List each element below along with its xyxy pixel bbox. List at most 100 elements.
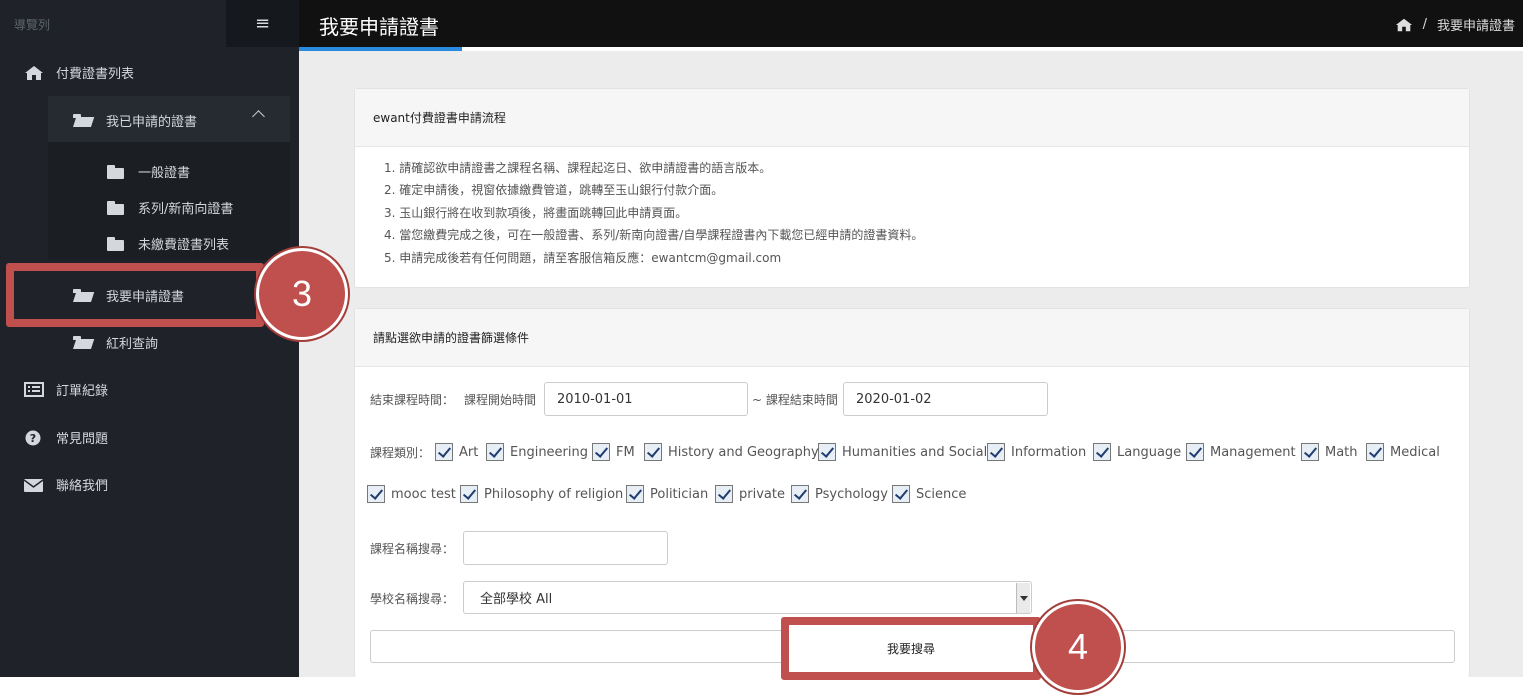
sidebar-item-faq[interactable]: ? 常見問題 bbox=[24, 428, 108, 447]
category-label-text: Psychology bbox=[815, 486, 888, 502]
process-step: 3. 玉山銀行將在收到款項後，將畫面跳轉回此申請頁面。 bbox=[384, 205, 688, 220]
breadcrumb-current: 我要申請證書 bbox=[1436, 19, 1515, 34]
category-label-text: FM bbox=[616, 444, 635, 460]
category-checkbox[interactable]: Math bbox=[1301, 443, 1358, 461]
annotation-badge-4: 4 bbox=[1032, 601, 1124, 693]
process-step: 2. 確定申請後，視窗依據繳費管道，跳轉至玉山銀行付款介面。 bbox=[384, 183, 724, 198]
checkbox-checked[interactable] bbox=[435, 443, 453, 461]
category-checkbox[interactable]: Philosophy of religion bbox=[460, 485, 623, 503]
folder-open-icon bbox=[73, 335, 93, 350]
top-bar: 我要申請證書 / 我要申請證書 bbox=[299, 0, 1523, 47]
category-checkbox[interactable]: Art bbox=[435, 443, 478, 461]
course-search-label: 課程名稱搜尋： bbox=[370, 542, 455, 556]
category-checkbox[interactable]: Information bbox=[987, 443, 1086, 461]
breadcrumb-separator: / bbox=[1422, 17, 1427, 32]
category-checkbox[interactable]: Psychology bbox=[791, 485, 888, 503]
category-label-text: Politician bbox=[650, 486, 709, 502]
sidebar-item-label: 聯絡我們 bbox=[56, 479, 109, 494]
sidebar-item-label: 訂單紀錄 bbox=[56, 384, 109, 399]
sidebar-item-general-certs[interactable]: 一般證書 bbox=[107, 162, 190, 181]
checkbox-checked[interactable] bbox=[486, 443, 504, 461]
search-button[interactable]: 我要搜尋 bbox=[781, 617, 1041, 680]
process-step: 4. 當您繳費完成之後，可在一般證書、系列/新南向證書/自學課程證書內下載您已經… bbox=[384, 228, 924, 243]
folder-icon bbox=[107, 164, 125, 179]
end-time-label: 結束課程時間： bbox=[370, 393, 455, 407]
category-checkbox[interactable]: Management bbox=[1186, 443, 1296, 461]
sidebar-item-series-certs[interactable]: 系列/新南向證書 bbox=[107, 198, 233, 217]
checkbox-checked[interactable] bbox=[1366, 443, 1384, 461]
category-checkbox[interactable]: mooc test bbox=[367, 485, 456, 503]
folder-open-icon bbox=[73, 113, 93, 128]
category-checkbox[interactable]: History and Geography bbox=[644, 443, 819, 461]
chevron-down-icon[interactable] bbox=[1016, 583, 1030, 613]
category-label: 課程類別： bbox=[370, 446, 431, 460]
checkbox-checked[interactable] bbox=[644, 443, 662, 461]
school-select-value: 全部學校 All bbox=[480, 592, 553, 607]
checkbox-checked[interactable] bbox=[592, 443, 610, 461]
sidebar-item-applied-certs[interactable]: 我已申請的證書 bbox=[73, 111, 197, 130]
home-icon bbox=[25, 65, 43, 80]
hamburger-icon[interactable]: ≡ bbox=[226, 0, 299, 47]
category-label-text: Language bbox=[1117, 444, 1182, 460]
process-step: 1. 請確認欲申請證書之課程名稱、課程起迄日、欲申請證書的語言版本。 bbox=[384, 161, 772, 175]
sidebar-item-label: 系列/新南向證書 bbox=[138, 202, 234, 217]
process-step: 5. 申請完成後若有任何問題，請至客服信箱反應：ewantcm@gmail.co… bbox=[384, 250, 782, 265]
process-panel-title: ewant付費證書申請流程 bbox=[355, 89, 1469, 147]
category-label-text: Humanities and Social bbox=[842, 444, 988, 460]
category-label-text: History and Geography bbox=[668, 444, 819, 460]
checkbox-checked[interactable] bbox=[1301, 443, 1319, 461]
category-label-text: Engineering bbox=[510, 444, 588, 460]
folder-icon bbox=[107, 236, 125, 251]
category-label-text: Math bbox=[1325, 444, 1358, 460]
sidebar-item-orders[interactable]: 訂單紀錄 bbox=[24, 380, 108, 399]
sidebar-title: 導覽列 bbox=[14, 18, 51, 32]
end-date-input[interactable]: 2020-01-02 bbox=[843, 382, 1048, 416]
start-date-input[interactable]: 2010-01-01 bbox=[544, 382, 748, 416]
checkbox-checked[interactable] bbox=[1093, 443, 1111, 461]
category-checkbox[interactable]: Language bbox=[1093, 443, 1181, 461]
category-checkbox[interactable]: Engineering bbox=[486, 443, 588, 461]
list-icon bbox=[24, 381, 44, 397]
category-label-text: private bbox=[739, 486, 785, 502]
category-label-text: mooc test bbox=[391, 486, 456, 502]
category-label-text: Management bbox=[1210, 444, 1296, 460]
category-checkbox[interactable]: Medical bbox=[1366, 443, 1440, 461]
category-label-text: Art bbox=[459, 444, 479, 460]
checkbox-checked[interactable] bbox=[626, 485, 644, 503]
sidebar-item-label: 付費證書列表 bbox=[56, 67, 135, 82]
svg-text:?: ? bbox=[30, 432, 36, 445]
checkbox-checked[interactable] bbox=[791, 485, 809, 503]
category-checkbox[interactable]: FM bbox=[592, 443, 635, 461]
sidebar-item-paid-certs[interactable]: 付費證書列表 bbox=[24, 63, 134, 82]
home-icon[interactable] bbox=[1395, 17, 1413, 33]
checkbox-checked[interactable] bbox=[460, 485, 478, 503]
question-icon: ? bbox=[25, 430, 41, 445]
category-label-text: Philosophy of religion bbox=[484, 486, 624, 502]
page-title: 我要申請證書 bbox=[319, 15, 439, 39]
sidebar-item-label: 未繳費證書列表 bbox=[138, 238, 230, 253]
checkbox-checked[interactable] bbox=[1186, 443, 1204, 461]
sidebar-item-label: 常見問題 bbox=[56, 432, 109, 447]
checkbox-checked[interactable] bbox=[818, 443, 836, 461]
annotation-badge-3: 3 bbox=[256, 248, 348, 340]
sidebar-item-bonus[interactable]: 紅利查詢 bbox=[73, 333, 158, 352]
category-checkbox[interactable]: Humanities and Social bbox=[818, 443, 987, 461]
sidebar-item-contact[interactable]: 聯絡我們 bbox=[24, 475, 108, 494]
sidebar-item-label: 紅利查詢 bbox=[106, 337, 159, 352]
course-search-input[interactable] bbox=[463, 531, 668, 565]
category-checkbox[interactable]: private bbox=[715, 485, 785, 503]
checkbox-checked[interactable] bbox=[987, 443, 1005, 461]
checkbox-checked[interactable] bbox=[892, 485, 910, 503]
envelope-icon bbox=[24, 478, 44, 492]
category-label-text: Science bbox=[916, 486, 967, 502]
category-checkbox[interactable]: Science bbox=[892, 485, 966, 503]
breadcrumb: / 我要申請證書 bbox=[1395, 15, 1515, 34]
checkbox-checked[interactable] bbox=[367, 485, 385, 503]
school-select[interactable]: 全部學校 All bbox=[463, 581, 1032, 614]
highlight-box bbox=[6, 263, 264, 327]
sidebar-item-unpaid-certs[interactable]: 未繳費證書列表 bbox=[107, 234, 229, 253]
sidebar-item-label: 一般證書 bbox=[138, 166, 191, 181]
process-panel: ewant付費證書申請流程 1. 請確認欲申請證書之課程名稱、課程起迄日、欲申請… bbox=[354, 88, 1470, 288]
category-checkbox[interactable]: Politician bbox=[626, 485, 708, 503]
checkbox-checked[interactable] bbox=[715, 485, 733, 503]
